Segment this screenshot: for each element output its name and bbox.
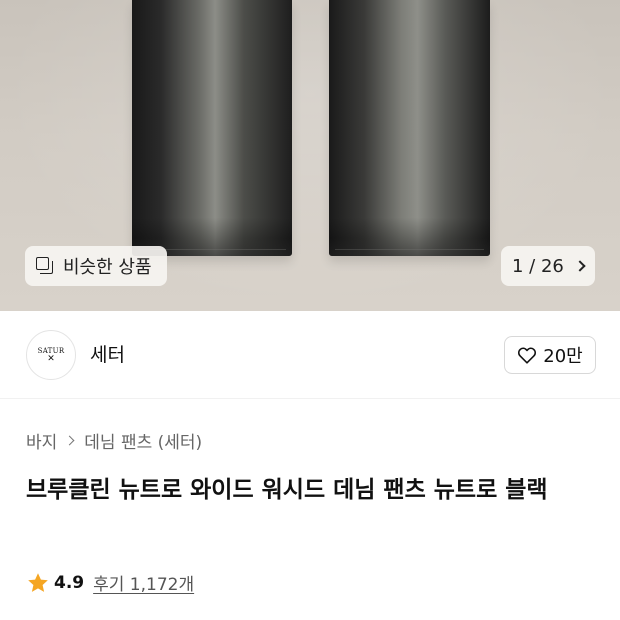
- similar-products-button[interactable]: 비슷한 상품: [25, 246, 167, 286]
- star-icon: [28, 572, 48, 592]
- breadcrumb-subcategory[interactable]: 데님 팬츠 (세터): [84, 428, 202, 453]
- image-counter-button[interactable]: 1 / 26: [501, 246, 595, 286]
- breadcrumb-category[interactable]: 바지: [26, 428, 57, 453]
- product-title: 브루클린 뉴트로 와이드 워시드 데님 팬츠 뉴트로 블랙: [26, 477, 548, 503]
- chevron-right-icon: [64, 435, 75, 446]
- image-counter-label: 1 / 26: [512, 255, 564, 277]
- product-image-carousel[interactable]: 비슷한 상품 1 / 26: [0, 0, 620, 311]
- brand-logo[interactable]: SATUR ✕: [26, 330, 76, 380]
- pants-left-leg-image: [132, 0, 292, 256]
- hem-line: [335, 249, 484, 250]
- like-button[interactable]: 20만: [504, 336, 596, 374]
- brand-name-link[interactable]: 세터: [90, 340, 125, 367]
- like-count: 20만: [543, 346, 583, 367]
- review-count-link[interactable]: 후기 1,172개: [93, 570, 194, 595]
- rating-score: 4.9: [54, 572, 85, 593]
- breadcrumb: 바지 데님 팬츠 (세터): [26, 428, 202, 453]
- duplicate-icon: [36, 257, 54, 275]
- chevron-right-icon: [574, 260, 586, 272]
- heart-outline-icon: [518, 347, 537, 364]
- rating-row: 4.9 후기 1,172개: [26, 570, 194, 595]
- similar-products-label: 비슷한 상품: [63, 257, 152, 278]
- brand-logo-mark: ✕: [47, 353, 55, 364]
- pants-right-leg-image: [329, 0, 490, 256]
